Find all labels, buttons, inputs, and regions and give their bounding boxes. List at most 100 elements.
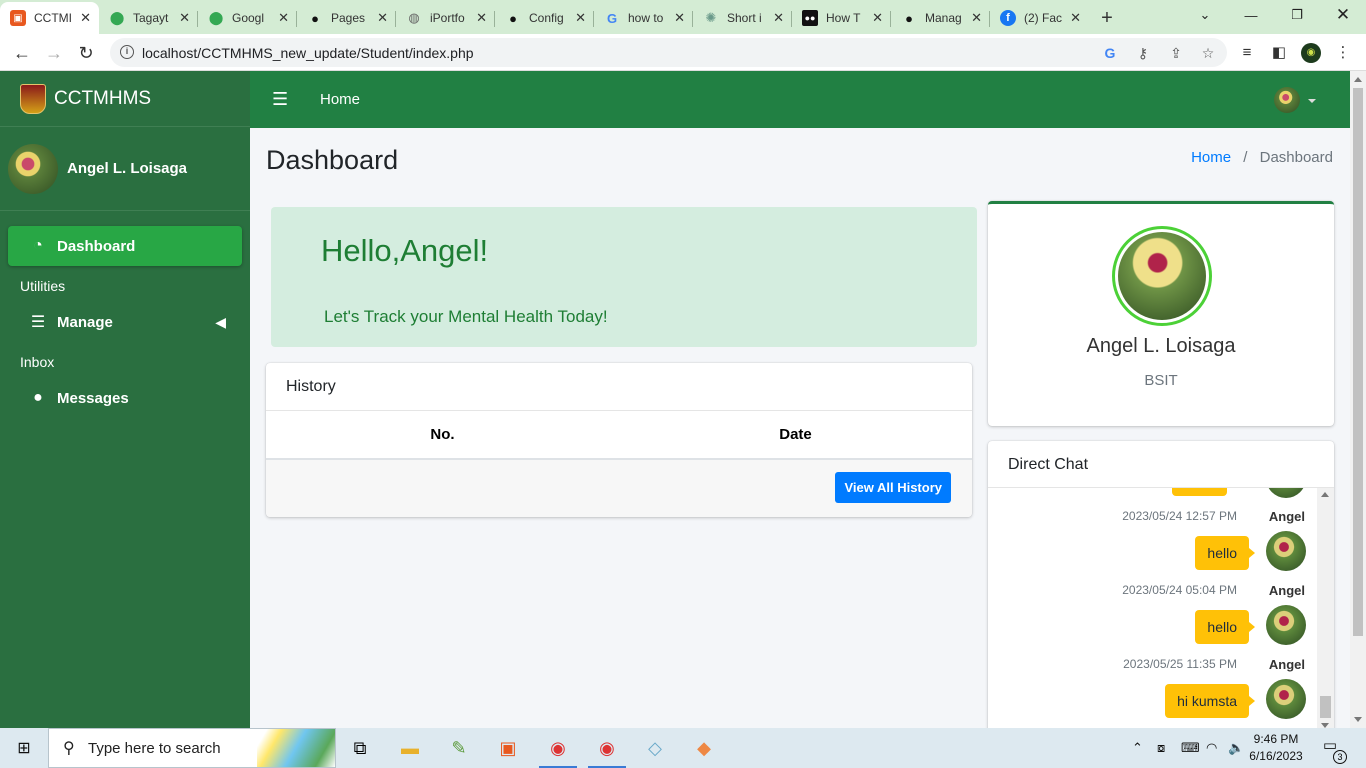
tab-close-icon[interactable]: ✕ <box>1070 10 1081 26</box>
tab-close-icon[interactable]: ✕ <box>971 10 982 26</box>
message-time: 2023/05/24 05:04 PM <box>1122 583 1237 597</box>
browser-tab[interactable]: ▣ CCTMI ✕ <box>0 2 99 34</box>
browser-tab[interactable]: ● Manag ✕ <box>891 2 990 34</box>
file-explorer-icon[interactable]: ▬ <box>387 728 433 768</box>
back-icon[interactable]: ← <box>10 41 34 65</box>
search-placeholder: Type here to search <box>88 740 221 757</box>
sidebar-item-manage[interactable]: ☰ Manage ◀ <box>8 302 242 342</box>
wifi-icon[interactable]: ◠ <box>1206 728 1217 768</box>
sidebar-item-messages[interactable]: ● Messages <box>8 378 242 418</box>
site-info-icon[interactable]: i <box>120 45 134 59</box>
page-scrollbar[interactable] <box>1350 71 1366 728</box>
profile-photo <box>1118 232 1206 320</box>
breadcrumb-home-link[interactable]: Home <box>1191 149 1231 166</box>
app-icon[interactable]: ◇ <box>632 728 678 768</box>
volume-icon[interactable]: 🔈 <box>1228 728 1244 768</box>
browser-tab[interactable]: ✺ Short i ✕ <box>693 2 792 34</box>
top-navbar: ☰ Home <box>250 71 1350 128</box>
tab-close-icon[interactable]: ✕ <box>476 10 487 26</box>
chat-bubble-partial <box>1172 488 1227 496</box>
taskbar-clock[interactable]: 9:46 PM 6/16/2023 <box>1243 731 1309 765</box>
hamburger-menu-icon[interactable]: ☰ <box>272 89 288 110</box>
restore-icon[interactable]: ❐ <box>1274 0 1320 30</box>
scroll-up-icon[interactable] <box>1354 77 1362 82</box>
tab-title: Tagayt <box>133 11 169 25</box>
browser-tab-strip: ▣ CCTMI ✕ ⬤ Tagayt ✕ ⬤ Googl ✕ ● Pages ✕… <box>0 0 1366 34</box>
profile-avatar-icon[interactable]: ◉ <box>1301 43 1321 63</box>
user-menu-avatar[interactable] <box>1274 87 1300 113</box>
meet-now-icon[interactable]: ⧇ <box>1157 728 1165 768</box>
tab-close-icon[interactable]: ✕ <box>575 10 586 26</box>
tab-title: (2) Fac <box>1024 11 1063 25</box>
clock-date: 6/16/2023 <box>1249 749 1303 763</box>
input-method-icon[interactable]: ⌨ <box>1181 728 1200 768</box>
tab-title: Short i <box>727 11 762 25</box>
sticky-app-icon[interactable]: ◆ <box>681 728 727 768</box>
tab-close-icon[interactable]: ✕ <box>377 10 388 26</box>
brand-logo <box>20 83 46 114</box>
notepad-plus-icon[interactable]: ✎ <box>436 728 482 768</box>
nav-home-link[interactable]: Home <box>320 91 360 108</box>
view-all-history-button[interactable]: View All History <box>835 472 951 503</box>
browser-tab[interactable]: G how to ✕ <box>594 2 693 34</box>
minimize-icon[interactable]: — <box>1228 0 1274 30</box>
sidebar-item-label: Manage <box>57 313 113 331</box>
tray-chevron-up-icon[interactable]: ⌃ <box>1132 728 1143 768</box>
browser-tab[interactable]: ◍ iPortfo ✕ <box>396 2 495 34</box>
menu-kebab-icon[interactable]: ⋮ <box>1333 43 1353 63</box>
side-panel-icon[interactable]: ◧ <box>1269 43 1289 63</box>
key-icon[interactable]: ⚷ <box>1134 44 1152 62</box>
xampp-icon[interactable]: ▣ <box>485 728 531 768</box>
github-icon: ● <box>311 10 319 26</box>
forward-icon[interactable]: → <box>42 41 66 65</box>
maps-pin-icon: ⬤ <box>109 10 125 25</box>
scrollbar-thumb[interactable] <box>1353 88 1363 636</box>
tab-close-icon[interactable]: ✕ <box>773 10 784 26</box>
google-lens-icon[interactable]: G <box>1101 44 1119 62</box>
scrollbar-thumb[interactable] <box>1320 696 1331 718</box>
chrome-icon[interactable]: ◉ <box>535 728 581 768</box>
user-panel[interactable]: Angel L. Loisaga <box>0 127 250 211</box>
browser-tab[interactable]: f (2) Fac ✕ <box>990 2 1089 34</box>
media-icon[interactable]: ≡ <box>1237 43 1257 63</box>
browser-tab[interactable]: ● Pages ✕ <box>297 2 396 34</box>
browser-tab[interactable]: ⬤ Tagayt ✕ <box>99 2 198 34</box>
browser-tab[interactable]: ●● How T ✕ <box>792 2 891 34</box>
tab-title: How T <box>826 11 861 25</box>
address-bar: ← → ↻ i localhost/CCTMHMS_new_update/Stu… <box>0 34 1366 71</box>
caret-down-icon[interactable] <box>1308 99 1316 103</box>
share-icon[interactable]: ⇪ <box>1167 44 1185 62</box>
url-text[interactable]: localhost/CCTMHMS_new_update/Student/ind… <box>142 45 474 61</box>
new-tab-icon[interactable]: + <box>1089 2 1125 34</box>
browser-tab[interactable]: ⬤ Googl ✕ <box>198 2 297 34</box>
tab-close-icon[interactable]: ✕ <box>674 10 685 26</box>
browser-tab[interactable]: ● Config ✕ <box>495 2 594 34</box>
scroll-down-icon[interactable] <box>1354 717 1362 722</box>
bookmark-star-icon[interactable]: ☆ <box>1199 44 1217 62</box>
chat-scrollbar[interactable] <box>1317 488 1334 731</box>
list-icon: ☰ <box>30 314 46 331</box>
scroll-up-icon[interactable] <box>1321 492 1329 497</box>
task-view-icon[interactable]: ⧉ <box>337 728 383 768</box>
sidebar-item-dashboard[interactable]: ◔ Dashboard <box>8 226 242 266</box>
windows-start-icon[interactable]: ⊞ <box>0 728 48 768</box>
close-window-icon[interactable]: ✕ <box>1320 0 1366 30</box>
chat-messages[interactable]: 2023/05/24 12:57 PM Angel hello 2023/05/… <box>988 488 1334 731</box>
chrome-icon[interactable]: ◉ <box>584 728 630 768</box>
profile-avatar <box>1112 226 1212 326</box>
url-field[interactable]: i localhost/CCTMHMS_new_update/Student/i… <box>110 38 1227 67</box>
facebook-icon: f <box>1000 10 1016 26</box>
reload-icon[interactable]: ↻ <box>74 41 98 65</box>
tab-close-icon[interactable]: ✕ <box>872 10 883 26</box>
tab-close-icon[interactable]: ✕ <box>278 10 289 26</box>
user-name[interactable]: Angel L. Loisaga <box>67 160 187 177</box>
taskbar-search-input[interactable]: ⚲ Type here to search <box>48 728 336 768</box>
brand[interactable]: CCTMHMS <box>0 71 250 127</box>
tab-close-icon[interactable]: ✕ <box>179 10 190 26</box>
tab-title: Config <box>529 11 564 25</box>
tab-search-icon[interactable]: ⌄ <box>1182 0 1228 30</box>
column-header-no: No. <box>430 426 455 443</box>
profile-card: Angel L. Loisaga BSIT <box>988 201 1334 426</box>
tab-close-icon[interactable]: ✕ <box>80 10 91 26</box>
tab-title: iPortfo <box>430 11 465 25</box>
